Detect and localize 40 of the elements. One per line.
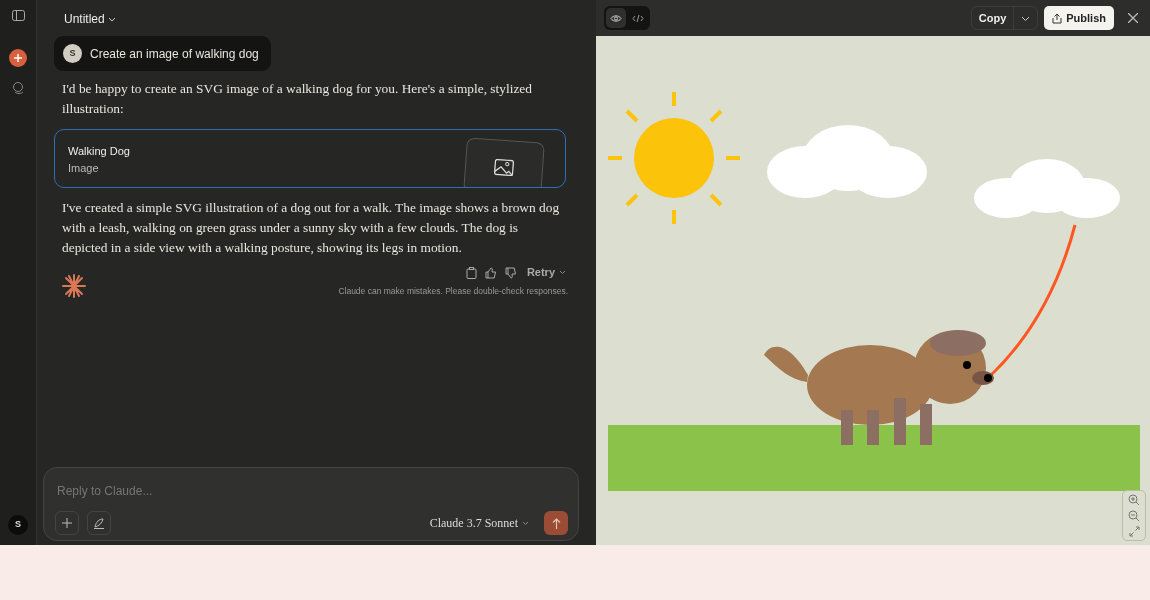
model-selector[interactable]: Claude 3.7 Sonnet: [422, 510, 536, 536]
user-avatar[interactable]: S: [8, 515, 28, 535]
copy-button[interactable]: Copy: [971, 6, 1014, 30]
image-icon: [493, 158, 515, 177]
response-text: I've created a simple SVG illustration of a dog out for a walk. The image shows a brown dog with a leash, walking on green grass under a sunny sky with a few clouds. The dog is depicted in a side view with a walking posture, showing its legs in motion.: [61, 199, 561, 257]
preview-tab[interactable]: [606, 8, 626, 28]
claude-logo-icon: [62, 274, 86, 298]
chevron-down-icon: [108, 16, 117, 23]
user-avatar: S: [63, 44, 82, 63]
share-icon: [1052, 12, 1063, 24]
artifact-title: Walking Dog: [68, 144, 130, 159]
plus-icon: [62, 518, 72, 528]
artifact-type: Image: [68, 161, 100, 176]
code-icon: [632, 13, 644, 23]
zoom-in-icon[interactable]: [1128, 494, 1140, 506]
send-button[interactable]: [544, 511, 568, 535]
disclaimer-text: Claude can make mistakes. Please double-check responses.: [338, 284, 568, 298]
message-text: Create an image of walking dog: [90, 45, 259, 63]
add-button[interactable]: [55, 511, 79, 535]
new-chat-icon[interactable]: [9, 49, 27, 67]
chat-title[interactable]: Untitled: [64, 12, 105, 26]
arrow-up-icon: [551, 517, 561, 529]
reply-composer[interactable]: Reply to Claude... Claude 3.7 Sonnet: [43, 467, 579, 541]
response-text: I'd be happy to create an SVG image of a walking dog for you. Here's a simple, stylized illustration:: [61, 80, 533, 118]
copy-icon[interactable]: [465, 266, 477, 279]
chevron-down-icon: [559, 270, 566, 276]
fullscreen-icon[interactable]: [1128, 526, 1140, 537]
chevron-down-icon: [522, 520, 529, 526]
retry-button[interactable]: Retry: [524, 264, 568, 281]
zoom-out-icon[interactable]: [1128, 510, 1140, 522]
thumbs-up-icon[interactable]: [484, 266, 497, 279]
close-icon[interactable]: [1128, 13, 1138, 23]
publish-button[interactable]: Publish: [1044, 5, 1114, 31]
sidebar-toggle-icon[interactable]: [11, 10, 25, 21]
quill-icon: [93, 517, 105, 529]
eye-icon: [610, 13, 622, 23]
artifact-card[interactable]: Walking Dog Image: [54, 129, 566, 188]
chevron-down-icon: [1021, 15, 1031, 22]
style-button[interactable]: [87, 511, 111, 535]
thumbs-down-icon[interactable]: [504, 266, 517, 279]
